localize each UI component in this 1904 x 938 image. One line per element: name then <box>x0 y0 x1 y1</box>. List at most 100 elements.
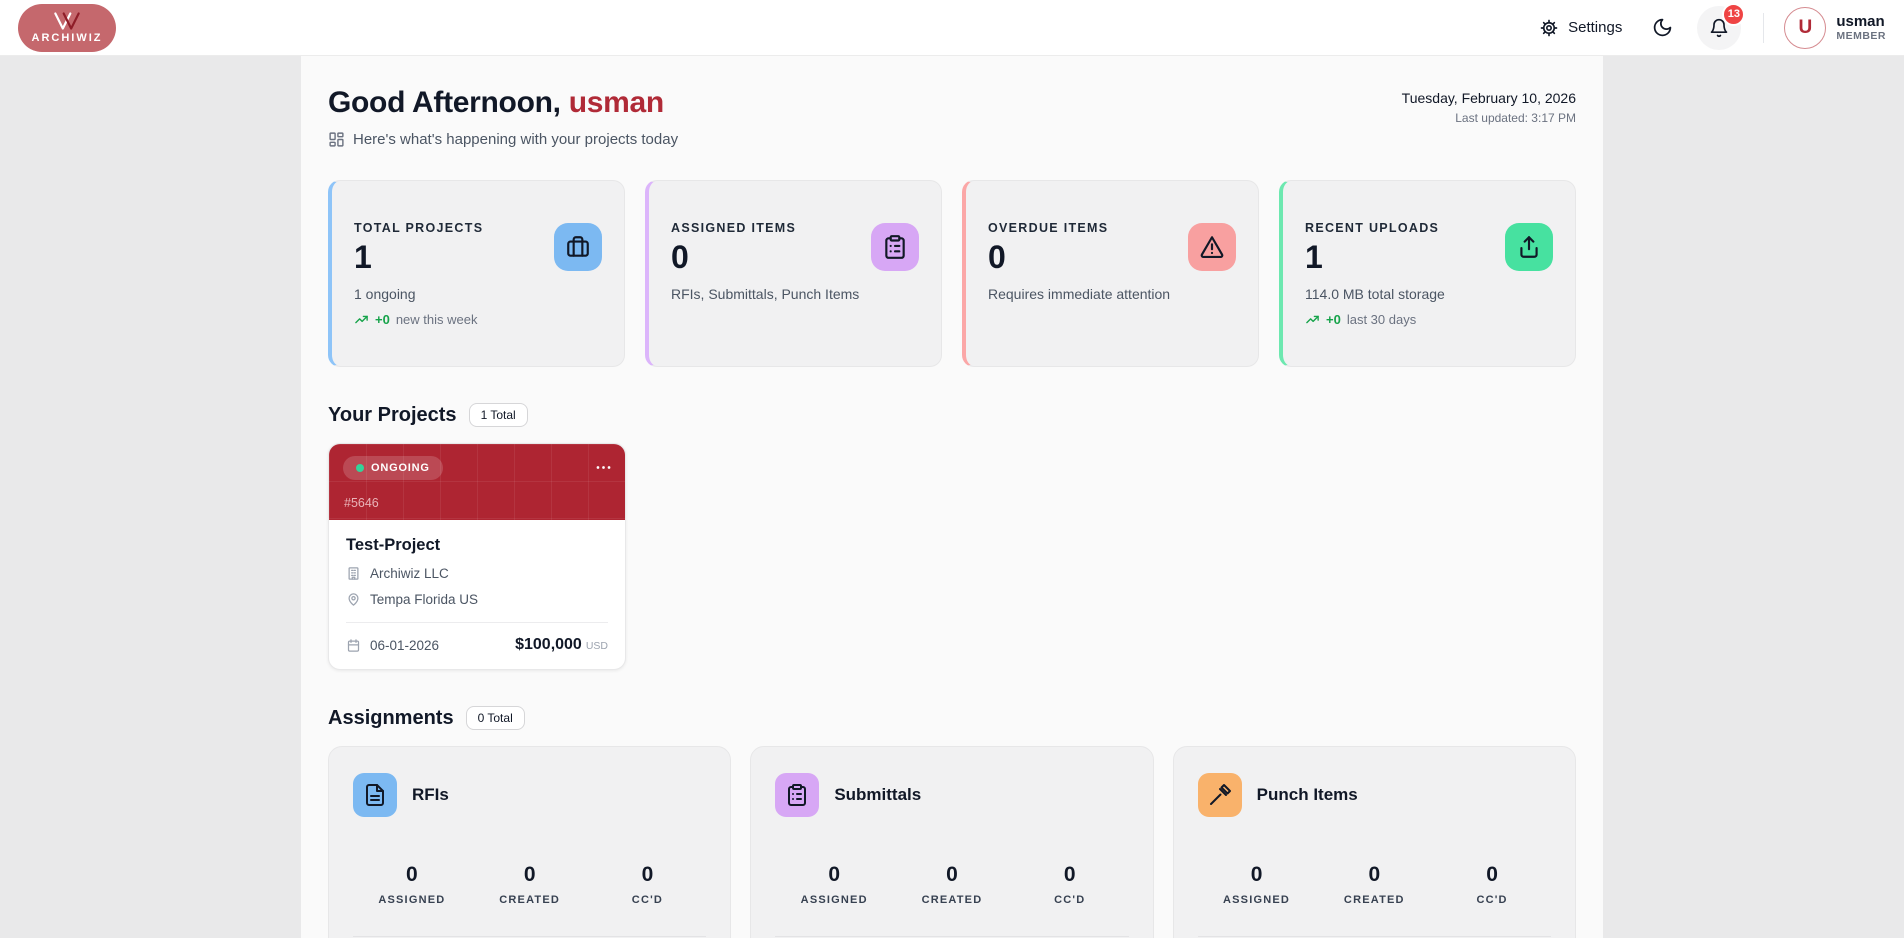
status-text: ONGOING <box>371 462 430 474</box>
upload-icon <box>1505 223 1553 271</box>
ccd-value: 0 <box>1063 863 1076 886</box>
ccd-value: 0 <box>641 863 654 886</box>
assignment-stats: 0 ASSIGNED 0 CREATED 0 CC'D <box>353 863 706 906</box>
assigned-label: ASSIGNED <box>1223 894 1291 906</box>
stat-label: OVERDUE ITEMS <box>988 221 1109 235</box>
assigned-label: ASSIGNED <box>800 894 868 906</box>
assignment-card-punch-items: Punch Items 0ASSIGNED 0CREATED 0CC'D Cre… <box>1172 746 1576 938</box>
topbar-actions: Settings 13 U usman MEMBER <box>1539 2 1886 50</box>
project-menu-button[interactable] <box>594 458 613 477</box>
stat-trend: +0 new this week <box>354 312 483 327</box>
map-pin-icon <box>348 593 359 606</box>
alert-triangle-icon <box>1188 223 1236 271</box>
stat-value: 0 <box>988 239 1006 275</box>
projects-section-header: Your Projects 1 Total <box>328 403 1576 427</box>
project-card-body: Test-Project Archiwiz LLC Tempa Florida … <box>329 520 625 669</box>
dashboard-grid-icon <box>329 132 344 147</box>
last-updated: Last updated: 3:17 PM <box>1455 111 1576 125</box>
page-title: Good Afternoon, usman <box>328 86 678 120</box>
assignments-row: RFIs 0ASSIGNED 0CREATED 0CC'D Created la… <box>328 746 1576 938</box>
ccd-label: CC'D <box>631 894 664 906</box>
project-card[interactable]: ONGOING #5646 Test-Project Archiwiz LLC <box>328 443 626 670</box>
stat-label: TOTAL PROJECTS <box>354 221 484 235</box>
assigned-value: 0 <box>406 863 418 886</box>
clipboard-list-icon <box>871 223 919 271</box>
stat-card-recent-uploads: RECENT UPLOADS 1 114.0 MB total storage … <box>1279 180 1576 367</box>
assigned-value: 0 <box>1250 863 1263 886</box>
trending-up-icon <box>1306 315 1319 324</box>
stat-value: 1 <box>1305 239 1323 275</box>
app-logo[interactable]: ARCHIWIZ <box>18 3 116 52</box>
user-role: MEMBER <box>1836 30 1886 43</box>
created-label: CREATED <box>1343 894 1405 906</box>
stat-sub: RFIs, Submittals, Punch Items <box>671 286 860 302</box>
created-value: 0 <box>523 863 536 886</box>
projects-title: Your Projects <box>328 403 457 426</box>
project-date: 06-01-2026 <box>370 637 440 653</box>
projects-count-badge: 1 Total <box>468 403 528 427</box>
user-menu[interactable]: usman MEMBER <box>1836 13 1886 42</box>
budget-amount: $100,000 <box>515 636 582 653</box>
stat-label: ASSIGNED ITEMS <box>671 221 797 235</box>
trend-text: last 30 days <box>1346 312 1417 327</box>
assignment-stats: 0 ASSIGNED 0 CREATED 0 CC'D <box>775 863 1128 906</box>
file-text-icon <box>353 773 397 817</box>
trend-value: +0 <box>375 312 390 327</box>
notification-badge: 13 <box>1722 2 1746 26</box>
trending-up-icon <box>355 315 368 324</box>
assignments-section-header: Assignments 0 Total <box>328 706 1576 730</box>
ccd-label: CC'D <box>1054 894 1086 906</box>
assignment-card-header: Punch Items <box>1197 773 1551 817</box>
moon-icon <box>1654 18 1672 37</box>
clipboard-list-icon <box>775 773 820 817</box>
user-name: usman <box>1836 12 1885 30</box>
created-label: CREATED <box>921 894 983 906</box>
assignment-card-header: RFIs <box>353 773 706 817</box>
avatar[interactable]: U <box>1784 6 1827 49</box>
assignment-card-title: Submittals <box>834 785 922 804</box>
created-value: 0 <box>946 863 958 886</box>
project-company-row: Archiwiz LLC <box>346 566 608 581</box>
created-label: CREATED <box>499 894 561 906</box>
budget-currency: USD <box>585 640 608 652</box>
project-card-header: ONGOING #5646 <box>329 444 625 520</box>
topbar-divider <box>1763 12 1765 43</box>
calendar-icon <box>347 638 360 652</box>
hammer-icon <box>1197 773 1242 817</box>
project-company: Archiwiz LLC <box>370 566 449 581</box>
project-budget: $100,000 USD <box>515 636 608 654</box>
project-name: Test-Project <box>346 536 441 554</box>
project-location: Tempa Florida US <box>370 592 479 607</box>
status-badge: ONGOING <box>343 456 443 480</box>
project-location-row: Tempa Florida US <box>346 592 608 607</box>
trend-value: +0 <box>1326 312 1341 327</box>
stats-row: TOTAL PROJECTS 1 1 ongoing +0 new this w… <box>328 180 1576 367</box>
notifications-button[interactable]: 13 <box>1697 2 1746 50</box>
stat-sub: Requires immediate attention <box>988 286 1171 302</box>
ccd-value: 0 <box>1486 863 1498 886</box>
greeting-text: Good Afternoon, <box>328 86 561 119</box>
created-value: 0 <box>1368 863 1381 886</box>
greeting-username: usman <box>568 86 665 119</box>
dark-mode-toggle[interactable] <box>1652 17 1673 38</box>
briefcase-icon <box>554 223 602 271</box>
date-block: Tuesday, February 10, 2026 Last updated:… <box>1402 86 1576 125</box>
assignment-card-title: Punch Items <box>1256 785 1358 804</box>
gear-icon <box>1540 19 1558 36</box>
logo-text: ARCHIWIZ <box>31 32 103 44</box>
assignment-stats: 0 ASSIGNED 0 CREATED 0 CC'D <box>1198 863 1551 906</box>
stat-value: 1 <box>354 239 372 275</box>
logo-w-icon <box>54 12 80 30</box>
status-dot <box>356 464 364 472</box>
assignments-title: Assignments <box>328 706 454 729</box>
stat-card-assigned-items: ASSIGNED ITEMS 0 RFIs, Submittals, Punch… <box>645 180 942 367</box>
stat-label: RECENT UPLOADS <box>1305 221 1440 235</box>
building-icon <box>348 567 359 580</box>
page-subtitle: Here's what's happening with your projec… <box>328 131 678 148</box>
stat-value: 0 <box>671 239 689 275</box>
project-number: #5646 <box>344 496 379 510</box>
assignment-card-submittals: Submittals 0ASSIGNED 0CREATED 0CC'D Crea… <box>750 746 1154 938</box>
settings-button[interactable]: Settings <box>1539 18 1622 38</box>
page-header: Good Afternoon, usman Here's what's happ… <box>328 86 1576 148</box>
assignment-card-rfis: RFIs 0ASSIGNED 0CREATED 0CC'D Created la… <box>328 746 732 938</box>
